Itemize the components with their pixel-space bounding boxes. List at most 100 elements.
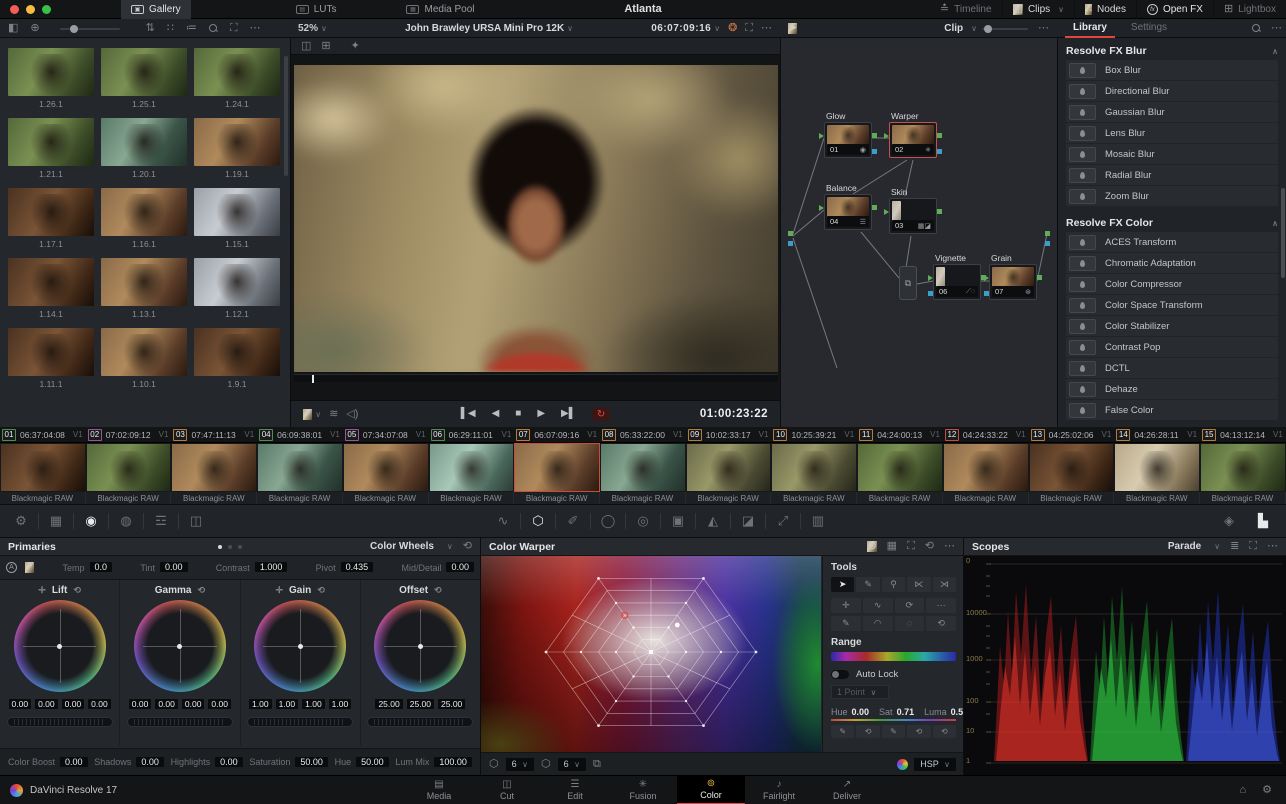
gain-b-value[interactable]: 1.00: [329, 699, 352, 709]
converge-in-tool-button[interactable]: ⋉: [907, 577, 930, 592]
node-mode-dropdown[interactable]: Clip: [944, 23, 963, 34]
offset-color-wheel[interactable]: [374, 600, 466, 692]
warper-hue-value[interactable]: 0.00: [852, 707, 870, 717]
node-balance[interactable]: Balance 04☰: [824, 194, 872, 230]
mid-detail-value[interactable]: 0.00: [446, 562, 474, 572]
ruler-clip-entry[interactable]: 15 04:13:12:14 V1: [1200, 427, 1286, 442]
node-output-connector[interactable]: [1037, 275, 1042, 280]
node-zoom-slider[interactable]: [982, 28, 1028, 30]
scopes-icon[interactable]: ▙: [1246, 513, 1280, 529]
ruler-clip-entry[interactable]: 10 10:25:39:21 V1: [771, 427, 857, 442]
fx-section-header[interactable]: Resolve FX Blur ∧: [1066, 42, 1278, 60]
lift-y-value[interactable]: 0.00: [9, 699, 32, 709]
clip-number-badge[interactable]: 07: [516, 429, 530, 441]
minimize-button[interactable]: [26, 5, 35, 14]
lift-color-wheel[interactable]: [14, 600, 106, 692]
warper-mesh-canvas[interactable]: [481, 556, 821, 752]
gain-g-value[interactable]: 1.00: [302, 699, 325, 709]
more-mesh-button[interactable]: ⋯: [926, 598, 956, 613]
timeline-clip-thumbnail[interactable]: [1029, 443, 1115, 492]
page-fairlight[interactable]: ♪Fairlight: [745, 776, 813, 804]
page-fusion[interactable]: ✳Fusion: [609, 776, 677, 804]
node-tree-output[interactable]: [1045, 231, 1050, 236]
temp-value[interactable]: 0.0: [90, 562, 113, 572]
gamma-reset-icon[interactable]: ⟲: [197, 586, 205, 595]
fx-item[interactable]: Contrast Pop: [1066, 337, 1278, 357]
ruler-clip-entry[interactable]: 09 10:02:33:17 V1: [686, 427, 772, 442]
timeline-clip-thumbnail[interactable]: [600, 443, 686, 492]
warper-options-icon[interactable]: ⋯: [944, 541, 955, 552]
ruler-clip-entry[interactable]: 08 05:33:22:00 V1: [600, 427, 686, 442]
pen-plus-button[interactable]: ✎: [831, 616, 861, 631]
select-tool-button[interactable]: ➤: [831, 577, 854, 592]
ruler-clip-entry[interactable]: 12 04:24:33:22 V1: [943, 427, 1029, 442]
gallery-still[interactable]: 1.21.1: [8, 118, 94, 179]
lift-g-value[interactable]: 0.00: [62, 699, 85, 709]
hue-value[interactable]: 50.00: [356, 757, 389, 767]
fx-item[interactable]: Color Stabilizer: [1066, 316, 1278, 336]
tab-timeline[interactable]: ≛ Timeline: [930, 0, 1002, 19]
hue-reset-button[interactable]: ⟲: [856, 725, 879, 738]
gallery-still[interactable]: 1.24.1: [194, 48, 280, 109]
warper-grid-icon[interactable]: ▦: [887, 541, 897, 552]
step-back-button[interactable]: ◀: [492, 408, 500, 421]
pivot-value[interactable]: 0.435: [341, 562, 374, 572]
pick-tool-button[interactable]: ⚲: [882, 577, 905, 592]
auto-lock-toggle[interactable]: [831, 670, 849, 679]
gallery-still[interactable]: 1.14.1: [8, 258, 94, 319]
clip-number-badge[interactable]: 09: [688, 429, 702, 441]
fx-item[interactable]: ACES Transform: [1066, 232, 1278, 252]
tab-clips[interactable]: ▥ Clips ∨: [1003, 0, 1075, 19]
gamma-y-value[interactable]: 0.00: [129, 699, 152, 709]
tab-nodes[interactable]: ∴ Nodes: [1075, 0, 1136, 19]
color-space-dropdown[interactable]: HSP ∨: [914, 758, 956, 771]
ruler-clip-entry[interactable]: 04 06:09:38:01 V1: [257, 427, 343, 442]
clip-number-badge[interactable]: 05: [345, 429, 359, 441]
fx-item[interactable]: Radial Blur: [1066, 165, 1278, 185]
rgb-mixer-icon[interactable]: ☲: [144, 513, 178, 529]
link-icon[interactable]: ⧉: [593, 759, 601, 770]
scope-expand-icon[interactable]: ⛶: [1249, 541, 1257, 552]
video-frame[interactable]: [294, 65, 778, 372]
timeline-clip-thumbnail[interactable]: [0, 443, 86, 492]
list-view-icon[interactable]: ≔: [186, 23, 197, 34]
node-cursor-icon[interactable]: ➤: [788, 23, 797, 34]
contrast-value[interactable]: 1.000: [255, 562, 288, 572]
offset-b-value[interactable]: 25.00: [438, 699, 465, 709]
last-frame-button[interactable]: ▶▌: [561, 408, 576, 421]
timeline-clip-thumbnail[interactable]: [771, 443, 857, 492]
grid-view-icon[interactable]: ∷: [167, 23, 174, 34]
timeline-clip-thumbnail[interactable]: [257, 443, 343, 492]
gallery-still[interactable]: 1.10.1: [101, 328, 187, 389]
grid-compare-icon[interactable]: ⊞: [321, 41, 330, 52]
add-point-button[interactable]: ✛: [831, 598, 861, 613]
fx-item[interactable]: Directional Blur: [1066, 81, 1278, 101]
node-tree-input-key[interactable]: [788, 241, 793, 246]
info-icon[interactable]: ◷: [1280, 513, 1286, 529]
point-mode-dropdown[interactable]: 1 Point ∨: [831, 685, 889, 699]
fx-item[interactable]: Zoom Blur: [1066, 186, 1278, 206]
node-layer-mixer[interactable]: ⧉: [899, 266, 917, 300]
warper-expand-icon[interactable]: ⛶: [907, 541, 915, 552]
timeline-clip-thumbnail[interactable]: [171, 443, 257, 492]
power-window-icon[interactable]: ◯: [591, 513, 625, 529]
first-frame-button[interactable]: ▌◀: [461, 408, 476, 421]
range-hue-bar[interactable]: [831, 652, 956, 661]
clip-title-dropdown[interactable]: John Brawley URSA Mini Pro 12K: [405, 23, 564, 34]
draw-tool-button[interactable]: ✎: [856, 577, 879, 592]
node-input-connector[interactable]: [884, 209, 889, 215]
motion-effects-icon[interactable]: ◫: [179, 513, 213, 529]
color-boost-value[interactable]: 0.00: [60, 757, 88, 767]
node-tree-output-key[interactable]: [1045, 241, 1050, 246]
ruler-clip-entry[interactable]: 05 07:34:07:08 V1: [343, 427, 429, 442]
timeline-clip-thumbnail[interactable]: [1200, 443, 1286, 492]
reset-mesh-button[interactable]: ⟲: [926, 616, 956, 631]
tab-gallery[interactable]: ▣ Gallery: [121, 0, 191, 19]
node-input-connector[interactable]: [984, 275, 989, 281]
gallery-scrollbar[interactable]: [284, 56, 288, 176]
blur-palette-icon[interactable]: ◭: [696, 513, 730, 529]
node-key-connector[interactable]: [937, 149, 942, 154]
panel-toggle-icon[interactable]: ◧: [8, 23, 18, 34]
fx-item[interactable]: Dehaze: [1066, 379, 1278, 399]
hdr-grade-icon[interactable]: ◍: [109, 513, 143, 529]
